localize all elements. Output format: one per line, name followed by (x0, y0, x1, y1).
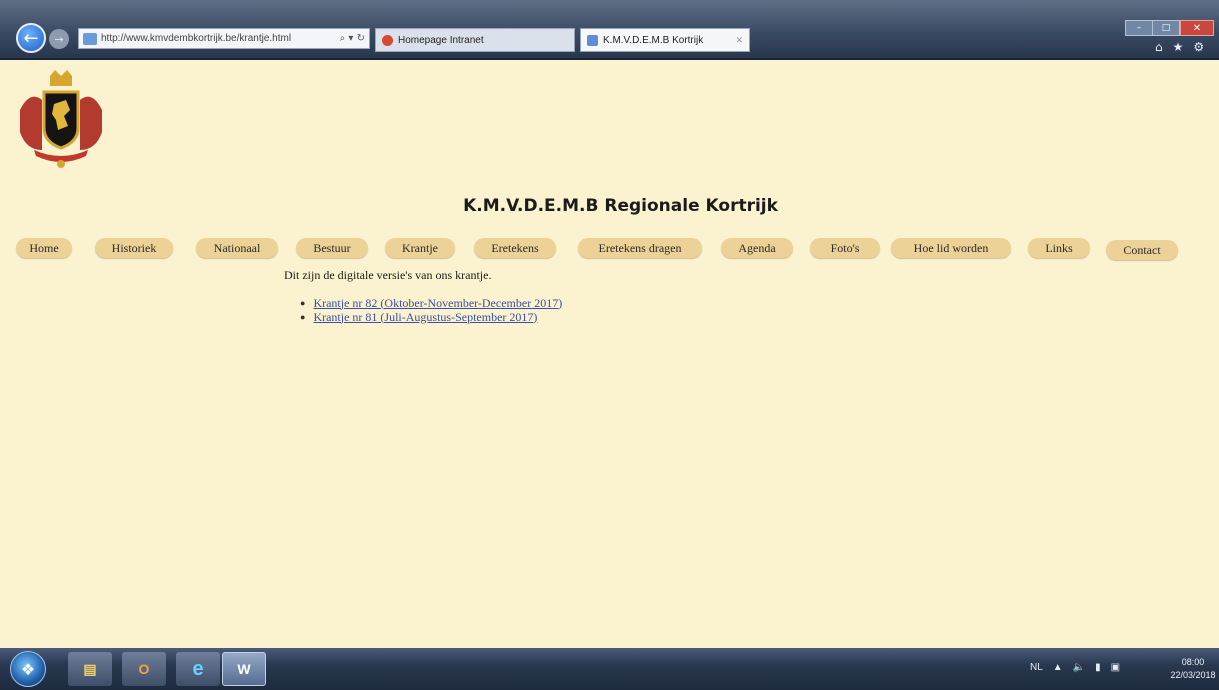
nav-fotos-button[interactable]: Foto's (810, 238, 880, 258)
network-icon[interactable]: ▣ (1111, 662, 1120, 673)
internet-explorer-icon[interactable]: e (176, 652, 220, 686)
file-explorer-icon[interactable]: ▤ (68, 652, 112, 686)
word-icon[interactable]: W (222, 652, 266, 686)
bullet-icon: ● (300, 298, 306, 308)
outlook-icon[interactable]: O (122, 652, 166, 686)
list-item: ● Krantje nr 81 (Juli-Augustus-September… (300, 310, 562, 324)
clock[interactable]: 08:00 22/03/2018 (1168, 656, 1218, 682)
page-title: K.M.V.D.E.M.B Regionale Kortrijk (463, 196, 778, 216)
site-tab-icon (587, 34, 598, 46)
browser-chrome: ← → http://www.kmvdembkortrijk.be/krantj… (0, 0, 1219, 60)
minimize-button[interactable]: – (1125, 20, 1153, 36)
address-bar[interactable]: http://www.kmvdembkortrijk.be/krantje.ht… (78, 28, 370, 49)
main-navigation: Home Historiek Nationaal Bestuur Krantje… (16, 238, 1186, 262)
close-tab-icon[interactable]: ✕ (735, 35, 743, 46)
close-window-button[interactable]: ✕ (1180, 20, 1214, 36)
intro-text: Dit zijn de digitale versie's van ons kr… (284, 268, 492, 282)
address-text[interactable]: http://www.kmvdembkortrijk.be/krantje.ht… (101, 33, 340, 44)
nav-eretekens-button[interactable]: Eretekens (474, 238, 556, 258)
bullet-icon: ● (300, 312, 306, 322)
tab-label: Homepage Intranet (398, 34, 484, 46)
chevron-up-icon[interactable]: ▲ (1053, 662, 1063, 673)
nav-hoe-lid-worden-button[interactable]: Hoe lid worden (891, 238, 1011, 258)
krantje-82-link[interactable]: Krantje nr 82 (Oktober-November-December… (313, 296, 562, 311)
nav-agenda-button[interactable]: Agenda (721, 238, 793, 258)
start-button[interactable]: ❖ (10, 651, 46, 687)
forward-arrow-icon[interactable]: → (49, 29, 69, 49)
tab-label: K.M.V.D.E.M.B Kortrijk (603, 34, 704, 46)
nav-home-button[interactable]: Home (16, 238, 72, 258)
nav-contact-button[interactable]: Contact (1106, 240, 1178, 260)
intranet-tab-icon (382, 34, 393, 46)
search-refresh-icon[interactable]: ⌕ ▾ ↻ (340, 33, 365, 44)
krantje-81-link[interactable]: Krantje nr 81 (Juli-Augustus-September 2… (313, 310, 537, 325)
clock-time: 08:00 (1181, 657, 1205, 667)
list-item: ● Krantje nr 82 (Oktober-November-Decemb… (300, 296, 562, 310)
gear-icon[interactable]: ⚙ (1193, 40, 1204, 54)
nav-historiek-button[interactable]: Historiek (95, 238, 173, 258)
system-tray: NL ▲ 🔈 ▮ ▣ (1030, 662, 1120, 673)
favorites-star-icon[interactable]: ★ (1173, 40, 1184, 54)
language-indicator[interactable]: NL (1030, 662, 1043, 673)
tab-kmvdemb-kortrijk[interactable]: K.M.V.D.E.M.B Kortrijk ✕ (580, 28, 750, 52)
home-icon[interactable]: ⌂ (1155, 40, 1163, 54)
back-arrow-icon[interactable]: ← (16, 23, 46, 53)
nav-bestuur-button[interactable]: Bestuur (296, 238, 368, 258)
volume-icon[interactable]: 🔈 (1073, 662, 1085, 673)
nav-krantje-button[interactable]: Krantje (385, 238, 455, 258)
krantje-list: ● Krantje nr 82 (Oktober-November-Decemb… (300, 296, 562, 324)
windows-taskbar: ❖ ▤ O e W NL ▲ 🔈 ▮ ▣ 08:00 22/03/2018 (0, 648, 1219, 690)
tab-homepage-intranet[interactable]: Homepage Intranet (375, 28, 575, 52)
nav-nationaal-button[interactable]: Nationaal (196, 238, 278, 258)
nav-eretekens-dragen-button[interactable]: Eretekens dragen (578, 238, 702, 258)
maximize-button[interactable]: □ (1152, 20, 1180, 36)
belgian-coat-of-arms-logo (20, 70, 102, 168)
power-icon[interactable]: ▮ (1095, 662, 1101, 673)
nav-links-button[interactable]: Links (1028, 238, 1090, 258)
page-favicon-icon (83, 32, 97, 45)
clock-date: 22/03/2018 (1170, 670, 1216, 680)
